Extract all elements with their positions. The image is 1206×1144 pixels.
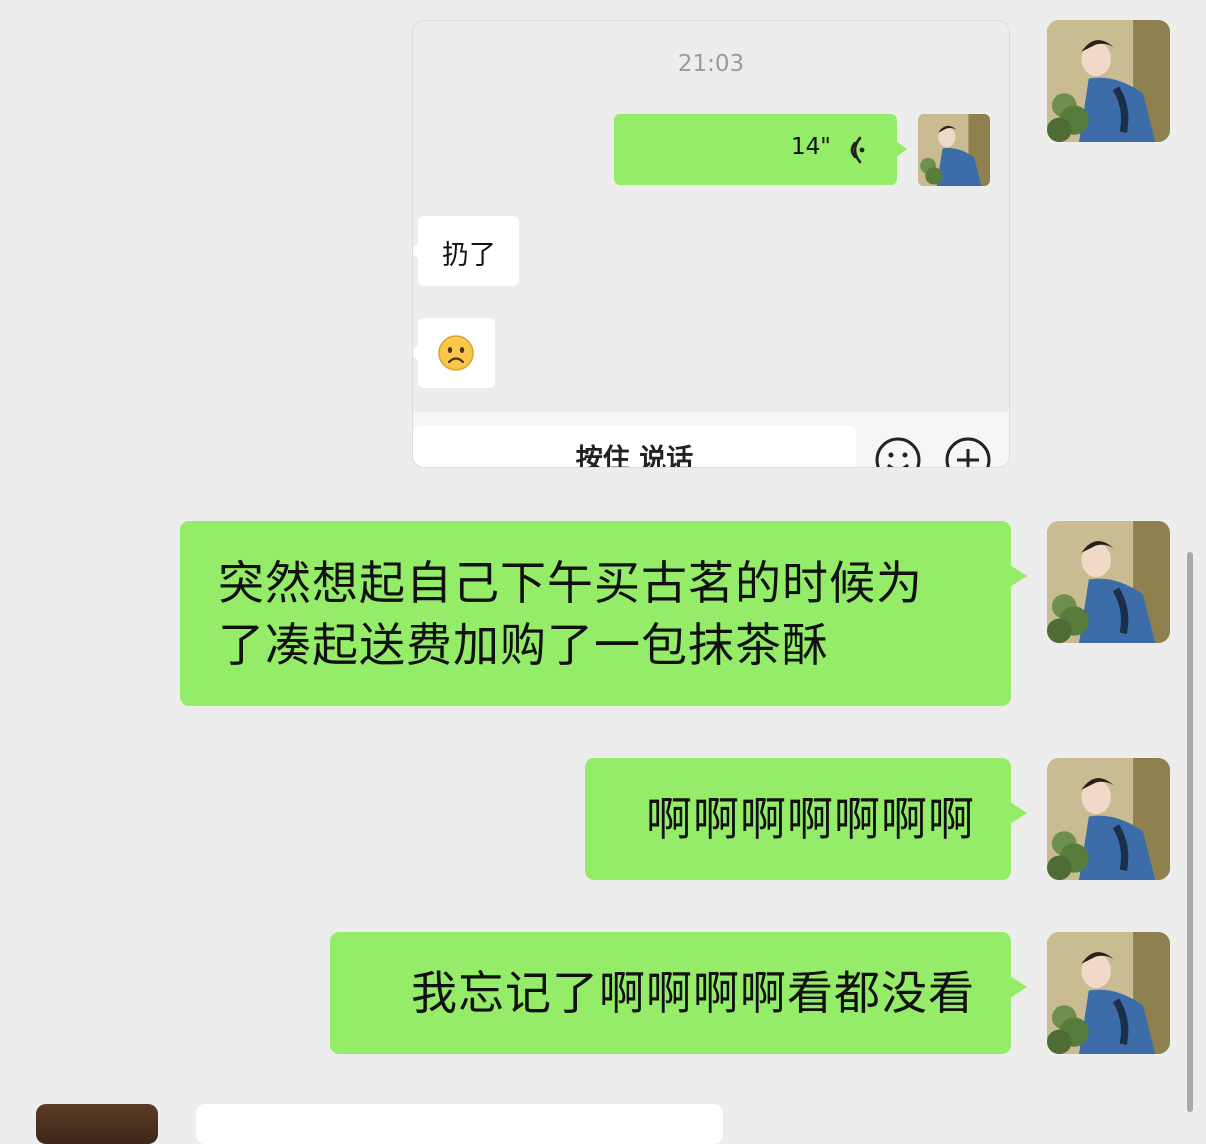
incoming-emoji-bubble[interactable] xyxy=(413,318,495,388)
outgoing-message-bubble[interactable]: 我忘记了啊啊啊啊看都没看 xyxy=(330,932,1027,1054)
sender-avatar[interactable] xyxy=(1047,20,1170,142)
incoming-message-bubble[interactable]: 扔了 xyxy=(413,216,519,286)
sender-avatar[interactable] xyxy=(1047,758,1170,880)
hold-to-talk-button[interactable]: 按住 说话 xyxy=(413,426,856,467)
message-line: 突然想起自己下午买古茗的时候为 xyxy=(218,556,923,610)
message-timestamp: 21:03 xyxy=(677,51,745,77)
sender-avatar[interactable] xyxy=(1047,932,1170,1054)
scrollbar[interactable] xyxy=(1187,552,1193,1112)
sender-avatar[interactable] xyxy=(1047,521,1170,643)
chat-screenshot-image[interactable]: 21:03 14" 扔了 按住 说话 xyxy=(412,20,1010,468)
incoming-message-bubble[interactable] xyxy=(196,1104,723,1144)
smiley-icon[interactable] xyxy=(874,436,922,467)
message-line: 啊啊啊啊啊啊啊 xyxy=(646,792,975,846)
incoming-message-text: 扔了 xyxy=(442,240,496,271)
voice-duration: 14" xyxy=(791,134,831,160)
message-text: 突然想起自己下午买古茗的时候为 了凑起送费加购了一包抹茶酥 xyxy=(218,552,975,676)
message-text: 我忘记了啊啊啊啊看都没看 xyxy=(368,962,975,1024)
voice-message-bubble[interactable]: 14" xyxy=(614,114,907,185)
card-sender-avatar xyxy=(918,114,990,186)
message-line: 我忘记了啊啊啊啊看都没看 xyxy=(411,966,975,1020)
message-line: 了凑起送费加购了一包抹茶酥 xyxy=(218,618,829,672)
message-text: 啊啊啊啊啊啊啊 xyxy=(623,788,975,850)
sad-face-icon xyxy=(437,334,475,372)
chat-input-bar: 按住 说话 xyxy=(413,412,1009,467)
outgoing-message-bubble[interactable]: 突然想起自己下午买古茗的时候为 了凑起送费加购了一包抹茶酥 xyxy=(180,521,1027,706)
plus-circle-icon[interactable] xyxy=(944,436,992,467)
outgoing-message-bubble[interactable]: 啊啊啊啊啊啊啊 xyxy=(585,758,1027,880)
voice-wave-icon xyxy=(842,134,868,166)
contact-avatar[interactable] xyxy=(36,1104,158,1144)
